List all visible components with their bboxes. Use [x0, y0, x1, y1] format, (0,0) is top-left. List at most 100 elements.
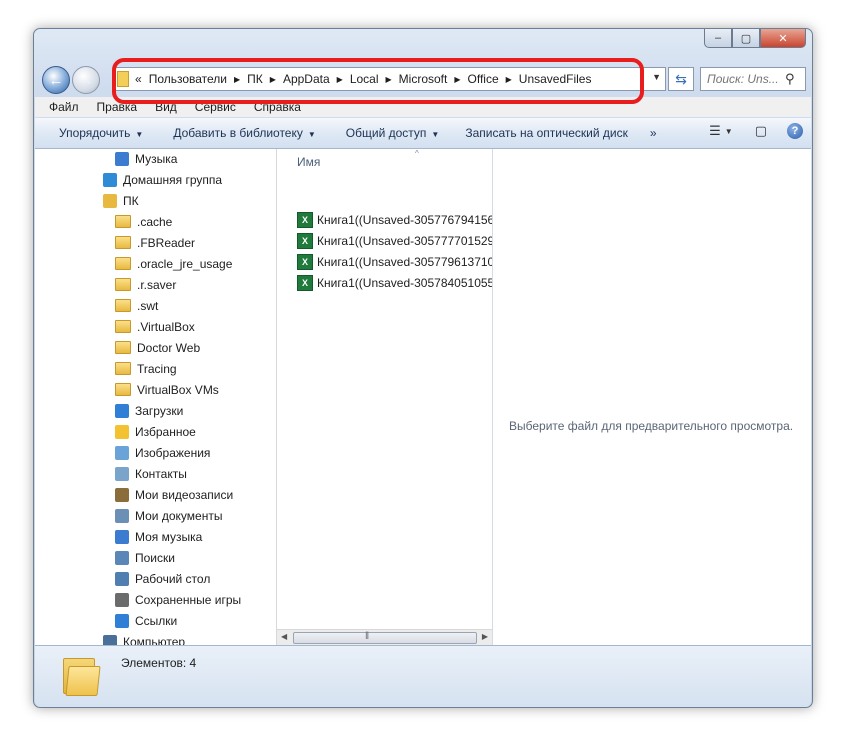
- back-button[interactable]: ←: [42, 66, 70, 94]
- scroll-right-icon[interactable]: ▶: [482, 632, 488, 641]
- hscroll-thumb[interactable]: [293, 632, 477, 644]
- view-options-icon[interactable]: ☰: [709, 123, 721, 139]
- tree-item[interactable]: Doctor Web: [115, 337, 200, 358]
- tree-item-label: .cache: [137, 214, 173, 229]
- breadcrumb-arrow-icon[interactable]: ▶: [386, 75, 392, 84]
- tree-item[interactable]: Tracing: [115, 358, 177, 379]
- desktop-icon: [115, 571, 129, 586]
- tree-item-label: .VirtualBox: [137, 319, 195, 334]
- minimize-button[interactable]: ‒: [704, 29, 732, 48]
- tree-item-label: .swt: [137, 298, 159, 313]
- file-item[interactable]: X Книга1((Unsaved-3057796137104: [297, 251, 501, 272]
- tree-item-label: Изображения: [135, 445, 211, 460]
- tree-item[interactable]: ПК: [103, 190, 139, 211]
- navigation-bar: ← → « Пользователи ▶ ПК ▶ AppData ▶ Local ▶ Micro…: [42, 65, 806, 95]
- menu-file[interactable]: Файл: [49, 100, 79, 114]
- tree-item[interactable]: Компьютер: [103, 631, 185, 645]
- tree-item[interactable]: Контакты: [115, 463, 187, 484]
- breadcrumb-overflow[interactable]: «: [135, 72, 142, 86]
- organize-label: Упорядочить: [59, 126, 131, 140]
- search-box[interactable]: ⚲: [700, 67, 806, 91]
- command-bar: Упорядочить ▼ Добавить в библиотеку ▼ Общи…: [35, 118, 811, 149]
- forward-button[interactable]: →: [72, 66, 100, 94]
- tree-item[interactable]: Избранное: [115, 421, 196, 442]
- tree-item[interactable]: Загрузки: [115, 400, 183, 421]
- chevron-down-icon: ▼: [431, 130, 440, 139]
- search-icon[interactable]: ⚲: [785, 71, 795, 87]
- breadcrumb-item[interactable]: ПК: [247, 72, 263, 86]
- breadcrumb-arrow-icon[interactable]: ▶: [234, 75, 240, 84]
- tree-item[interactable]: Рабочий стол: [115, 568, 210, 589]
- tree-item-label: Домашняя группа: [123, 172, 223, 187]
- tree-item[interactable]: .VirtualBox: [115, 316, 195, 337]
- sort-ascending-icon: ^: [415, 149, 419, 158]
- tree-item[interactable]: Мои документы: [115, 505, 222, 526]
- column-header-name[interactable]: Имя: [297, 155, 320, 169]
- tree-item[interactable]: .swt: [115, 295, 158, 316]
- breadcrumb-arrow-icon[interactable]: ▶: [337, 75, 343, 84]
- menu-bar: Файл Правка Вид Сервис Справка: [35, 97, 811, 117]
- caption-buttons: ‒ ▢ ✕: [704, 29, 806, 48]
- tree-item[interactable]: .cache: [115, 211, 172, 232]
- menu-edit[interactable]: Правка: [97, 100, 138, 114]
- preview-pane-icon[interactable]: ▢: [755, 123, 767, 139]
- maximize-button[interactable]: ▢: [732, 29, 760, 48]
- add-to-library-button[interactable]: Добавить в библиотеку ▼: [173, 126, 315, 140]
- scroll-left-icon[interactable]: ◀: [281, 632, 287, 641]
- address-dropdown-icon[interactable]: ▼: [652, 72, 661, 82]
- file-name: Книга1((Unsaved-3057840510551: [317, 275, 501, 290]
- more-commands-button[interactable]: »: [650, 126, 657, 140]
- menu-help[interactable]: Справка: [254, 100, 301, 114]
- tree-item-label: Doctor Web: [137, 340, 201, 355]
- preview-message: Выберите файл для предварительного просм…: [509, 419, 794, 433]
- favorites-icon: [115, 424, 129, 439]
- tree-item[interactable]: VirtualBox VMs: [115, 379, 219, 400]
- tree-item[interactable]: Ссылки: [115, 610, 177, 631]
- breadcrumb-arrow-icon[interactable]: ▶: [270, 75, 276, 84]
- help-icon[interactable]: ?: [787, 123, 803, 139]
- chevron-down-icon: ▼: [135, 130, 144, 139]
- close-button[interactable]: ✕: [760, 29, 806, 48]
- breadcrumb-arrow-icon[interactable]: ▶: [506, 75, 512, 84]
- organize-button[interactable]: Упорядочить ▼: [59, 126, 143, 140]
- tree-item[interactable]: Музыка: [115, 149, 177, 169]
- tree-item[interactable]: .r.saver: [115, 274, 176, 295]
- breadcrumb-item[interactable]: Office: [468, 72, 499, 86]
- folder-icon: [115, 299, 131, 312]
- chevron-down-icon[interactable]: ▼: [725, 127, 733, 136]
- tree-item[interactable]: .FBReader: [115, 232, 195, 253]
- tree-item[interactable]: .oracle_jre_usage: [115, 253, 232, 274]
- breadcrumb-item[interactable]: AppData: [283, 72, 330, 86]
- address-bar[interactable]: « Пользователи ▶ ПК ▶ AppData ▶ Local ▶ Microsoft…: [114, 67, 666, 91]
- tree-item[interactable]: Сохраненные игры: [115, 589, 241, 610]
- navigation-pane: Музыка Домашняя группа ПК .cache .FBReader .o…: [35, 149, 276, 645]
- breadcrumb-item[interactable]: Local: [350, 72, 379, 86]
- folder-icon: [115, 257, 131, 270]
- tree-item-label: .FBReader: [137, 235, 196, 250]
- tree-item[interactable]: Изображения: [115, 442, 210, 463]
- breadcrumb-item[interactable]: Microsoft: [399, 72, 448, 86]
- breadcrumb-arrow-icon[interactable]: ▶: [454, 75, 460, 84]
- menu-tools[interactable]: Сервис: [195, 100, 236, 114]
- content-panes: Музыка Домашняя группа ПК .cache .FBReader .o…: [35, 149, 811, 646]
- file-item[interactable]: X Книга1((Unsaved-3057840510551: [297, 272, 501, 293]
- preview-pane: Выберите файл для предварительного просм…: [493, 149, 811, 645]
- tree-item[interactable]: Моя музыка: [115, 526, 202, 547]
- searches-icon: [115, 550, 129, 565]
- search-input[interactable]: [705, 71, 783, 87]
- breadcrumb-item[interactable]: Пользователи: [149, 72, 227, 86]
- refresh-button[interactable]: ⇆: [668, 67, 694, 91]
- tree-item[interactable]: Поиски: [115, 547, 175, 568]
- tree-item[interactable]: Мои видеозаписи: [115, 484, 233, 505]
- file-name: Книга1((Unsaved-3057767941565: [317, 212, 501, 227]
- burn-button[interactable]: Записать на оптический диск: [465, 126, 628, 140]
- file-list-hscrollbar[interactable]: ◀ ‖ ▶: [277, 629, 492, 646]
- menu-view[interactable]: Вид: [155, 100, 177, 114]
- share-button[interactable]: Общий доступ ▼: [346, 126, 440, 140]
- file-item[interactable]: X Книга1((Unsaved-3057767941565: [297, 209, 501, 230]
- links-icon: [115, 613, 129, 628]
- tree-item[interactable]: Домашняя группа: [103, 169, 222, 190]
- file-item[interactable]: X Книга1((Unsaved-3057777015298: [297, 230, 501, 251]
- folder-icon: [115, 341, 131, 354]
- breadcrumb-item[interactable]: UnsavedFiles: [519, 72, 592, 86]
